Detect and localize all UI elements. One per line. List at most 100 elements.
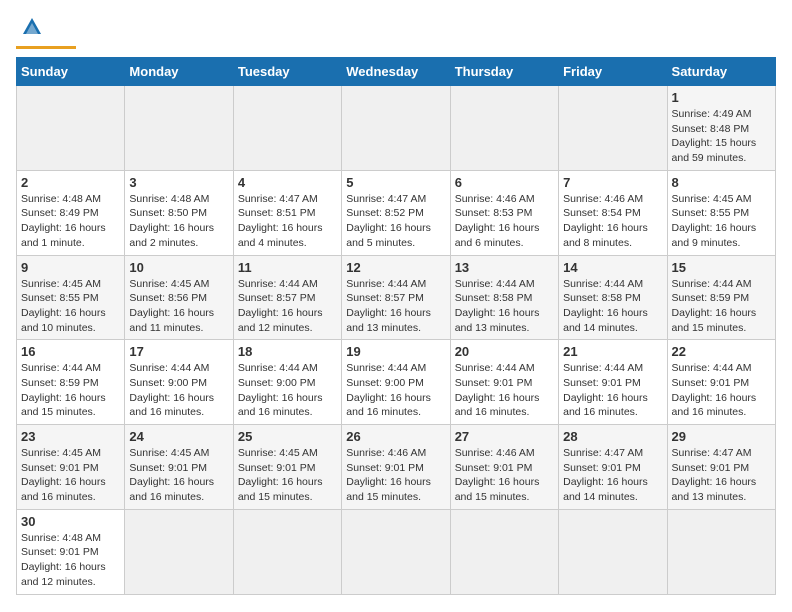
week-row-3: 16 Sunrise: 4:44 AM Sunset: 8:59 PM Dayli… bbox=[17, 340, 776, 425]
day-info: Sunrise: 4:45 AM Sunset: 8:55 PM Dayligh… bbox=[21, 277, 120, 336]
day-cell bbox=[125, 509, 233, 594]
day-number: 9 bbox=[21, 260, 120, 275]
calendar-body: 1Sunrise: 4:49 AM Sunset: 8:48 PM Daylig… bbox=[17, 86, 776, 595]
calendar-header: SundayMondayTuesdayWednesdayThursdayFrid… bbox=[17, 58, 776, 86]
day-cell bbox=[667, 509, 775, 594]
day-info: Sunrise: 4:44 AM Sunset: 9:00 PM Dayligh… bbox=[129, 361, 228, 420]
header-cell-monday: Monday bbox=[125, 58, 233, 86]
day-cell bbox=[450, 86, 558, 171]
week-row-0: 1Sunrise: 4:49 AM Sunset: 8:48 PM Daylig… bbox=[17, 86, 776, 171]
day-cell: 11 Sunrise: 4:44 AM Sunset: 8:57 PM Dayli… bbox=[233, 255, 341, 340]
week-row-2: 9 Sunrise: 4:45 AM Sunset: 8:55 PM Daylig… bbox=[17, 255, 776, 340]
day-number: 25 bbox=[238, 429, 337, 444]
day-number: 23 bbox=[21, 429, 120, 444]
header-cell-sunday: Sunday bbox=[17, 58, 125, 86]
logo-underline bbox=[16, 46, 76, 49]
day-info: Sunrise: 4:45 AM Sunset: 8:55 PM Dayligh… bbox=[672, 192, 771, 251]
day-info: Sunrise: 4:44 AM Sunset: 8:57 PM Dayligh… bbox=[238, 277, 337, 336]
day-number: 15 bbox=[672, 260, 771, 275]
logo bbox=[16, 16, 76, 49]
day-info: Sunrise: 4:47 AM Sunset: 9:01 PM Dayligh… bbox=[563, 446, 662, 505]
day-cell: 30 Sunrise: 4:48 AM Sunset: 9:01 PM Dayli… bbox=[17, 509, 125, 594]
day-number: 4 bbox=[238, 175, 337, 190]
day-info: Sunrise: 4:47 AM Sunset: 9:01 PM Dayligh… bbox=[672, 446, 771, 505]
day-cell: 28 Sunrise: 4:47 AM Sunset: 9:01 PM Dayli… bbox=[559, 425, 667, 510]
day-cell bbox=[125, 86, 233, 171]
day-number: 20 bbox=[455, 344, 554, 359]
calendar-table: SundayMondayTuesdayWednesdayThursdayFrid… bbox=[16, 57, 776, 595]
day-info: Sunrise: 4:45 AM Sunset: 9:01 PM Dayligh… bbox=[21, 446, 120, 505]
day-cell: 2 Sunrise: 4:48 AM Sunset: 8:49 PM Daylig… bbox=[17, 170, 125, 255]
day-number: 3 bbox=[129, 175, 228, 190]
day-number: 24 bbox=[129, 429, 228, 444]
day-number: 12 bbox=[346, 260, 445, 275]
day-cell: 19Sunrise: 4:44 AM Sunset: 9:00 PM Dayli… bbox=[342, 340, 450, 425]
day-cell bbox=[342, 86, 450, 171]
day-cell: 14 Sunrise: 4:44 AM Sunset: 8:58 PM Dayli… bbox=[559, 255, 667, 340]
day-info: Sunrise: 4:44 AM Sunset: 9:00 PM Dayligh… bbox=[346, 361, 445, 420]
day-cell: 23 Sunrise: 4:45 AM Sunset: 9:01 PM Dayli… bbox=[17, 425, 125, 510]
day-cell bbox=[559, 86, 667, 171]
day-info: Sunrise: 4:46 AM Sunset: 8:54 PM Dayligh… bbox=[563, 192, 662, 251]
day-info: Sunrise: 4:44 AM Sunset: 8:59 PM Dayligh… bbox=[21, 361, 120, 420]
day-info: Sunrise: 4:48 AM Sunset: 8:49 PM Dayligh… bbox=[21, 192, 120, 251]
day-cell: 26Sunrise: 4:46 AM Sunset: 9:01 PM Dayli… bbox=[342, 425, 450, 510]
day-number: 10 bbox=[129, 260, 228, 275]
day-cell: 27 Sunrise: 4:46 AM Sunset: 9:01 PM Dayli… bbox=[450, 425, 558, 510]
day-cell: 4 Sunrise: 4:47 AM Sunset: 8:51 PM Daylig… bbox=[233, 170, 341, 255]
day-number: 1 bbox=[672, 90, 771, 105]
day-cell: 6Sunrise: 4:46 AM Sunset: 8:53 PM Daylig… bbox=[450, 170, 558, 255]
day-info: Sunrise: 4:46 AM Sunset: 8:53 PM Dayligh… bbox=[455, 192, 554, 251]
logo-text bbox=[16, 16, 43, 44]
day-number: 13 bbox=[455, 260, 554, 275]
day-number: 5 bbox=[346, 175, 445, 190]
header-row: SundayMondayTuesdayWednesdayThursdayFrid… bbox=[17, 58, 776, 86]
day-number: 27 bbox=[455, 429, 554, 444]
header-cell-saturday: Saturday bbox=[667, 58, 775, 86]
header-cell-tuesday: Tuesday bbox=[233, 58, 341, 86]
day-cell bbox=[17, 86, 125, 171]
day-cell: 22 Sunrise: 4:44 AM Sunset: 9:01 PM Dayli… bbox=[667, 340, 775, 425]
day-cell: 12Sunrise: 4:44 AM Sunset: 8:57 PM Dayli… bbox=[342, 255, 450, 340]
day-info: Sunrise: 4:44 AM Sunset: 8:59 PM Dayligh… bbox=[672, 277, 771, 336]
day-info: Sunrise: 4:44 AM Sunset: 8:58 PM Dayligh… bbox=[563, 277, 662, 336]
day-info: Sunrise: 4:44 AM Sunset: 9:01 PM Dayligh… bbox=[672, 361, 771, 420]
day-cell: 18Sunrise: 4:44 AM Sunset: 9:00 PM Dayli… bbox=[233, 340, 341, 425]
day-cell bbox=[233, 86, 341, 171]
day-number: 16 bbox=[21, 344, 120, 359]
day-cell bbox=[233, 509, 341, 594]
day-cell: 7 Sunrise: 4:46 AM Sunset: 8:54 PM Daylig… bbox=[559, 170, 667, 255]
page-header bbox=[16, 16, 776, 49]
day-number: 8 bbox=[672, 175, 771, 190]
day-number: 29 bbox=[672, 429, 771, 444]
day-cell: 25Sunrise: 4:45 AM Sunset: 9:01 PM Dayli… bbox=[233, 425, 341, 510]
header-cell-wednesday: Wednesday bbox=[342, 58, 450, 86]
day-cell: 29 Sunrise: 4:47 AM Sunset: 9:01 PM Dayli… bbox=[667, 425, 775, 510]
week-row-5: 30 Sunrise: 4:48 AM Sunset: 9:01 PM Dayli… bbox=[17, 509, 776, 594]
day-cell: 3Sunrise: 4:48 AM Sunset: 8:50 PM Daylig… bbox=[125, 170, 233, 255]
day-cell: 13 Sunrise: 4:44 AM Sunset: 8:58 PM Dayli… bbox=[450, 255, 558, 340]
day-number: 21 bbox=[563, 344, 662, 359]
day-cell: 24Sunrise: 4:45 AM Sunset: 9:01 PM Dayli… bbox=[125, 425, 233, 510]
day-cell: 16 Sunrise: 4:44 AM Sunset: 8:59 PM Dayli… bbox=[17, 340, 125, 425]
day-cell: 20Sunrise: 4:44 AM Sunset: 9:01 PM Dayli… bbox=[450, 340, 558, 425]
header-cell-friday: Friday bbox=[559, 58, 667, 86]
day-info: Sunrise: 4:48 AM Sunset: 9:01 PM Dayligh… bbox=[21, 531, 120, 590]
day-number: 22 bbox=[672, 344, 771, 359]
day-cell bbox=[559, 509, 667, 594]
week-row-1: 2 Sunrise: 4:48 AM Sunset: 8:49 PM Daylig… bbox=[17, 170, 776, 255]
day-number: 17 bbox=[129, 344, 228, 359]
day-number: 11 bbox=[238, 260, 337, 275]
day-number: 28 bbox=[563, 429, 662, 444]
day-number: 26 bbox=[346, 429, 445, 444]
day-number: 18 bbox=[238, 344, 337, 359]
day-number: 2 bbox=[21, 175, 120, 190]
day-info: Sunrise: 4:44 AM Sunset: 8:58 PM Dayligh… bbox=[455, 277, 554, 336]
day-number: 30 bbox=[21, 514, 120, 529]
day-number: 14 bbox=[563, 260, 662, 275]
day-number: 7 bbox=[563, 175, 662, 190]
logo-icon bbox=[21, 16, 43, 38]
day-info: Sunrise: 4:47 AM Sunset: 8:51 PM Dayligh… bbox=[238, 192, 337, 251]
day-cell: 8 Sunrise: 4:45 AM Sunset: 8:55 PM Daylig… bbox=[667, 170, 775, 255]
day-info: Sunrise: 4:46 AM Sunset: 9:01 PM Dayligh… bbox=[455, 446, 554, 505]
